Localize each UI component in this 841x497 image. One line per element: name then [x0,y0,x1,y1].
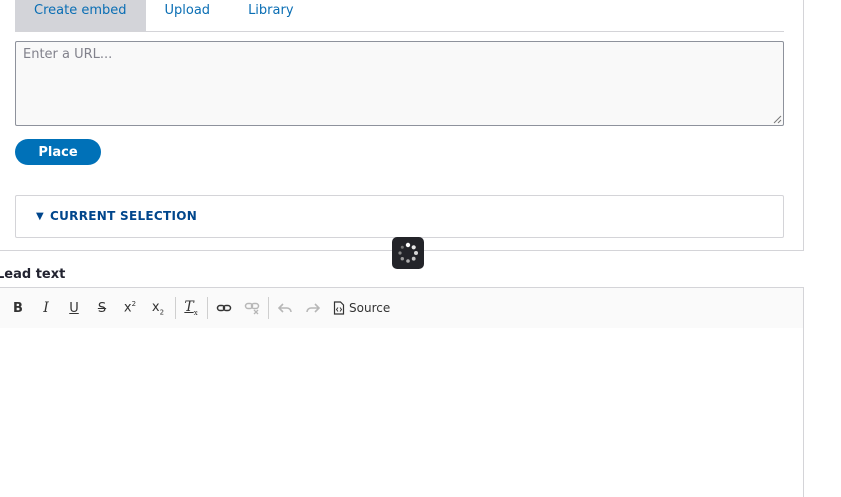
superscript-icon: x2 [123,300,137,316]
toolbar-separator [207,297,208,319]
editor-toolbar: B I U S x2 x2 Tx Source [0,287,804,329]
source-label: Source [349,301,391,315]
source-file-icon [333,301,345,315]
strikethrough-button[interactable]: S [93,297,111,319]
redo-button[interactable] [303,297,323,319]
toolbar-separator [175,297,176,319]
tab-create-embed[interactable]: Create embed [15,0,146,31]
superscript-button[interactable]: x2 [121,297,139,319]
tab-upload[interactable]: Upload [146,0,230,31]
tab-library[interactable]: Library [229,0,312,31]
lead-text-label: Lead text [0,267,66,282]
bold-icon: B [13,300,23,316]
url-input[interactable] [15,41,784,126]
current-selection-details: ▼ CURRENT SELECTION [15,195,784,238]
embed-dialog-panel: Create embed Upload Library Place ▼ CURR… [0,0,804,251]
underline-icon: U [69,300,79,316]
unlink-icon [244,302,260,315]
loading-spinner-icon [392,237,424,269]
bold-button[interactable]: B [9,297,27,319]
current-selection-label: CURRENT SELECTION [50,209,198,223]
italic-icon: I [43,300,49,316]
link-button[interactable] [214,297,234,319]
italic-button[interactable]: I [37,297,55,319]
embed-tabs: Create embed Upload Library [15,0,784,32]
caret-down-icon: ▼ [36,210,44,222]
toolbar-separator [268,297,269,319]
unlink-button[interactable] [242,297,262,319]
link-icon [216,304,232,312]
strikethrough-icon: S [97,300,107,316]
lead-text-editor[interactable] [0,328,804,497]
place-button[interactable]: Place [15,139,101,165]
underline-button[interactable]: U [65,297,83,319]
subscript-button[interactable]: x2 [149,297,167,319]
undo-icon [278,303,292,313]
redo-icon [306,303,320,313]
source-button[interactable]: Source [333,297,395,319]
undo-button[interactable] [275,297,295,319]
remove-format-icon: Tx [184,299,198,317]
remove-format-button[interactable]: Tx [181,297,201,319]
resize-grip-icon[interactable] [773,115,782,124]
current-selection-summary[interactable]: ▼ CURRENT SELECTION [36,209,197,223]
subscript-icon: x2 [151,299,165,317]
